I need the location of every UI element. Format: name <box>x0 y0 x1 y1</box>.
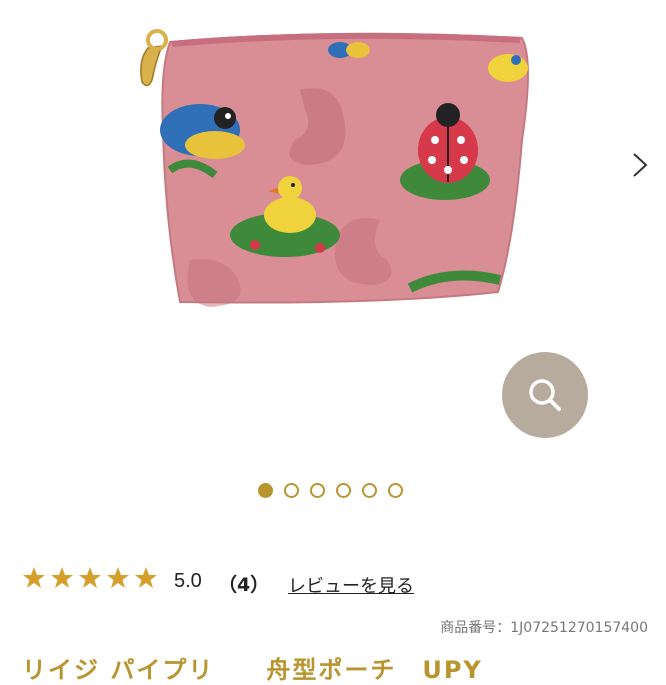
small-bird-motif <box>488 54 528 82</box>
pagination-dot-4[interactable] <box>336 483 351 498</box>
view-reviews-link[interactable]: レビューを見る <box>288 572 414 598</box>
star-icon <box>51 567 73 588</box>
rating-score: 5.0 <box>174 570 202 592</box>
product-image-gallery[interactable] <box>0 0 666 470</box>
product-number: 商品番号：1J07251270157400 <box>440 620 648 636</box>
pagination-dot-2[interactable] <box>284 483 299 498</box>
search-icon <box>529 379 561 411</box>
pagination-dot-1[interactable] <box>258 483 273 498</box>
star-icon <box>107 567 129 588</box>
pagination-dot-3[interactable] <box>310 483 325 498</box>
product-image[interactable] <box>130 20 540 320</box>
star-icon <box>79 567 101 588</box>
star-icon <box>135 567 157 588</box>
zoom-button[interactable] <box>502 352 588 438</box>
review-count: （4） <box>218 574 270 596</box>
zipper-pull <box>140 29 168 87</box>
chevron-right-icon[interactable] <box>625 150 655 180</box>
star-icon <box>23 567 45 588</box>
pagination-dot-6[interactable] <box>388 483 403 498</box>
pagination-dot-5[interactable] <box>362 483 377 498</box>
product-title: リイジ パイプリ 舟型ポーチ UPY <box>22 656 483 684</box>
